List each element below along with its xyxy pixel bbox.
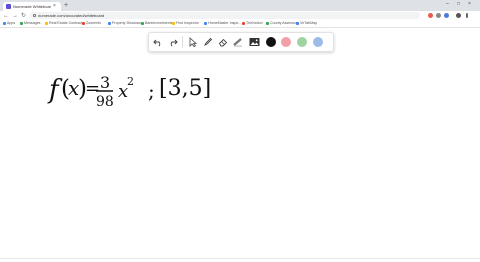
interval: [3,5] — [159, 76, 211, 101]
fraction-numerator: 3 — [100, 73, 110, 92]
exponent: 2 — [127, 75, 134, 88]
fraction-denominator: 98 — [96, 94, 114, 110]
canvas-bottom-edge — [0, 258, 480, 259]
semicolon: ; — [148, 79, 155, 103]
handwritten-formula: f ( x ) = 3 98 x 2 ; [3,5] — [47, 73, 211, 110]
